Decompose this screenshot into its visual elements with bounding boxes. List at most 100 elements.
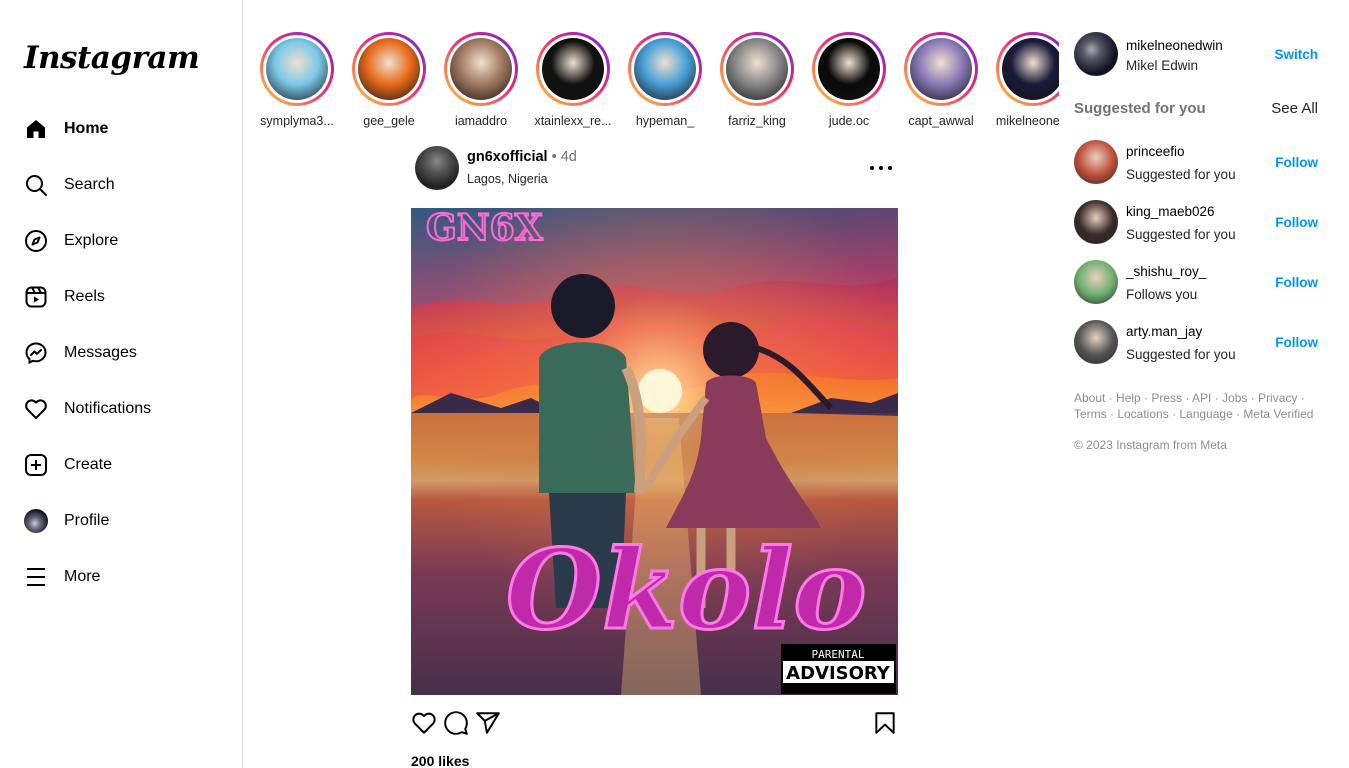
post-location[interactable]: Lagos, Nigeria [467,172,548,186]
story-item[interactable]: hypeman_ [619,32,711,132]
like-button[interactable] [411,710,437,736]
sidebar-item-more[interactable]: More [12,549,230,605]
post-author-avatar[interactable] [415,146,459,190]
see-all-link[interactable]: See All [1271,100,1318,117]
story-item[interactable]: farriz_king [711,32,803,132]
story-avatar [726,38,788,100]
story-ring [536,32,610,106]
story-ring [444,32,518,106]
sidebar-item-label: Home [64,120,109,137]
bookmark-icon [875,712,895,734]
post-timestamp[interactable]: 4d [561,149,577,165]
artwork-brand: GN6X [426,208,543,249]
suggestion-avatar[interactable] [1074,140,1118,184]
post-header: gn6xofficial • 4d Lagos, Nigeria [411,144,898,194]
sidebar-item-reels[interactable]: Reels [12,269,230,325]
post-options-button[interactable] [870,158,892,178]
sidebar-item-label: Search [64,176,115,193]
heart-icon [24,397,48,421]
sidebar-item-create[interactable]: Create [12,437,230,493]
suggestion-item: _shishu_roy_ Follows you Follow [1074,254,1318,314]
follow-button[interactable]: Follow [1275,155,1318,170]
current-account-avatar[interactable] [1074,32,1118,76]
suggestion-avatar[interactable] [1074,200,1118,244]
story-username: symplyma3... [260,114,334,128]
sidebar-item-label: Notifications [64,400,152,417]
suggestion-subtitle: Suggested for you [1126,227,1236,242]
story-avatar [450,38,512,100]
suggestions-title: Suggested for you [1074,100,1206,117]
follow-button[interactable]: Follow [1275,275,1318,290]
follow-button[interactable]: Follow [1275,215,1318,230]
sidebar-item-home[interactable]: Home [12,101,230,157]
story-avatar [634,38,696,100]
instagram-logo[interactable]: Instagram [24,40,200,76]
svg-text:PARENTAL: PARENTAL [812,648,865,661]
story-username: hypeman_ [635,114,695,128]
post-image[interactable]: GN6X Okolo PARENTAL ADVISORY [411,208,898,695]
sidebar-item-explore[interactable]: Explore [12,213,230,269]
story-item[interactable]: iamaddro [435,32,527,132]
send-icon [476,712,500,734]
comment-icon [444,711,468,735]
story-item[interactable]: xtainlexx_re... [527,32,619,132]
sidebar-item-label: Explore [64,232,119,249]
story-avatar [542,38,604,100]
story-username: farriz_king [728,114,786,128]
story-username: mikelneone... [995,114,1059,128]
save-button[interactable] [872,710,898,736]
story-username: iamaddro [454,114,508,128]
story-ring [628,32,702,106]
story-item[interactable]: capt_awwal [895,32,987,132]
suggestion-avatar[interactable] [1074,260,1118,304]
sidebar-item-label: Profile [64,512,110,529]
story-ring [260,32,334,106]
stories-tray: symplyma3... gee_gele iamaddro xtainlexx_re… [251,32,1059,132]
comment-button[interactable] [443,710,469,736]
story-username: xtainlexx_re... [534,114,612,128]
suggestion-subtitle: Suggested for you [1126,347,1236,362]
suggestion-avatar[interactable] [1074,320,1118,364]
heart-icon [412,712,436,734]
messenger-icon [24,341,48,365]
current-account-name: Mikel Edwin [1126,58,1199,73]
suggestion-username[interactable]: _shishu_roy_ [1126,264,1206,279]
suggestion-username[interactable]: princeefio [1126,144,1185,159]
sidebar: Instagram Home Search Explore Reels Mess… [0,0,243,768]
footer-links-row[interactable]: Terms · Locations · Language · Meta Veri… [1074,406,1318,422]
suggestion-username[interactable]: king_maeb026 [1126,204,1215,219]
post-separator: • [551,149,557,165]
sidebar-item-profile[interactable]: Profile [12,493,230,549]
share-button[interactable] [475,710,501,736]
more-dot-icon [888,166,892,170]
story-avatar [266,38,328,100]
more-dot-icon [879,166,883,170]
suggestions-header: Suggested for you See All [1074,94,1318,134]
follow-button[interactable]: Follow [1275,335,1318,350]
story-item[interactable]: symplyma3... [251,32,343,132]
footer-links-row[interactable]: About · Help · Press · API · Jobs · Priv… [1074,390,1318,406]
story-ring [720,32,794,106]
sidebar-item-notifications[interactable]: Notifications [12,381,230,437]
story-item[interactable]: jude.oc [803,32,895,132]
suggestion-subtitle: Follows you [1126,287,1198,302]
sidebar-item-messages[interactable]: Messages [12,325,230,381]
suggestions-list: princeefio Suggested for you Follow king_ma… [1074,134,1318,374]
suggestion-item: princeefio Suggested for you Follow [1074,134,1318,194]
story-item[interactable]: mikelneone... [987,32,1059,132]
sidebar-item-search[interactable]: Search [12,157,230,213]
post-author-username[interactable]: gn6xofficial [467,149,548,165]
suggestion-item: king_maeb026 Suggested for you Follow [1074,194,1318,254]
suggestion-username[interactable]: arty.man_jay [1126,324,1202,339]
footer-links: About · Help · Press · API · Jobs · Priv… [1074,390,1318,422]
suggestion-subtitle: Suggested for you [1126,167,1236,182]
post-author-line: gn6xofficial • 4d [467,149,577,165]
story-username: jude.oc [828,114,870,128]
likes-count[interactable]: 200 likes [411,753,469,768]
plus-square-icon [24,453,48,477]
artwork-sun [638,369,682,413]
switch-account-button[interactable]: Switch [1274,47,1318,62]
search-icon [24,173,48,197]
story-item[interactable]: gee_gele [343,32,435,132]
current-account-username[interactable]: mikelneonedwin [1126,38,1223,53]
